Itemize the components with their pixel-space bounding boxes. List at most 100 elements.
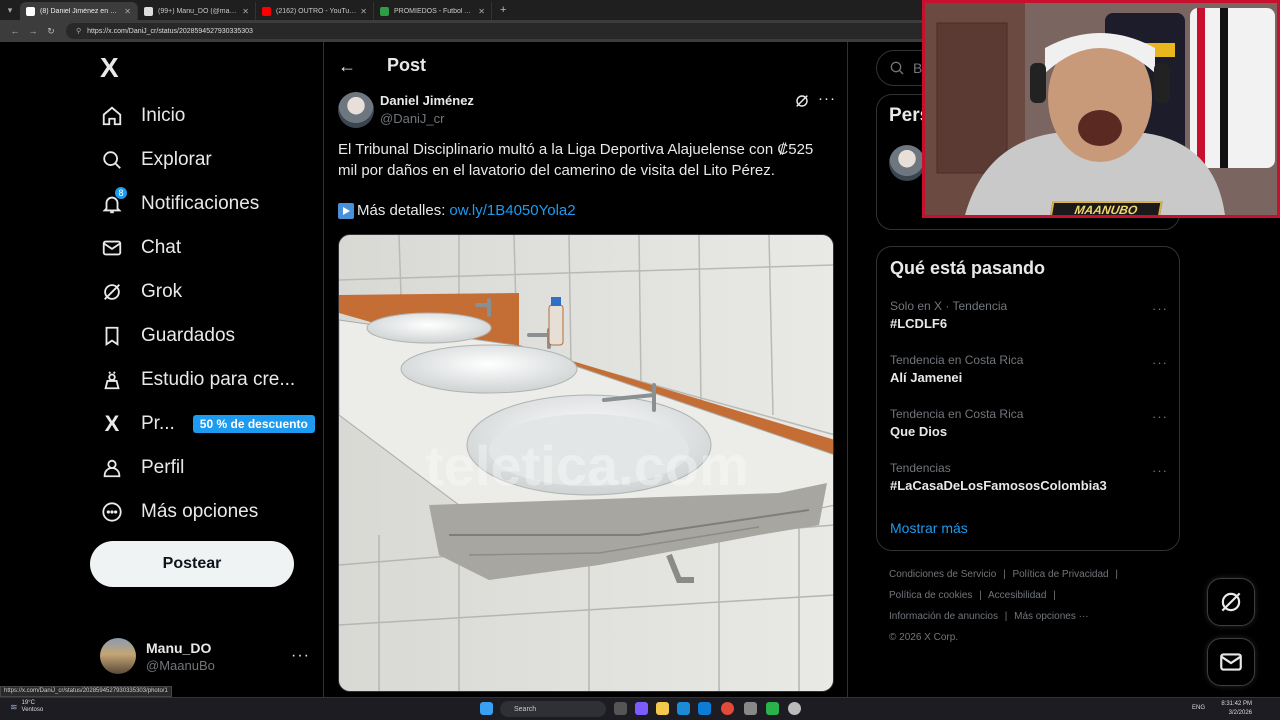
mail-icon — [1220, 653, 1242, 671]
footer-link-more[interactable]: Más opciones ··· — [1014, 611, 1088, 622]
mail-icon — [100, 236, 124, 260]
author-avatar[interactable] — [338, 92, 374, 128]
site-info-icon[interactable]: ⚲ — [76, 27, 81, 35]
post-more-icon[interactable]: ··· — [818, 90, 836, 107]
reload-icon[interactable]: ↻ — [42, 26, 60, 37]
footer-link-ads-info[interactable]: Información de anuncios — [889, 611, 998, 622]
home-icon — [100, 104, 124, 128]
post-image[interactable]: teletica.com — [338, 234, 834, 692]
trend-more-icon[interactable]: ··· — [1152, 355, 1168, 370]
account-switcher[interactable]: Manu_DO @MaanuBo ··· — [100, 636, 310, 676]
obs-icon[interactable] — [788, 702, 801, 715]
settings-icon[interactable] — [744, 702, 757, 715]
post-column: ← Post Daniel Jiménez @DaniJ_cr ··· El T… — [324, 42, 848, 697]
streamer-name-tag: MAANUBO — [1049, 201, 1163, 215]
sidebar-item-notificaciones[interactable]: 8 Notificaciones — [100, 184, 259, 224]
search-icon — [100, 148, 124, 172]
trend-more-icon[interactable]: ··· — [1152, 301, 1168, 316]
grok-explain-icon[interactable] — [794, 93, 810, 114]
messages-fab-button[interactable] — [1207, 638, 1255, 686]
footer-link-privacy[interactable]: Política de Privacidad — [1012, 569, 1108, 580]
trends-panel: Qué está pasando Solo en X · Tendencia #… — [876, 246, 1180, 551]
trend-item[interactable]: Solo en X · Tendencia #LCDLF6 ··· — [890, 299, 1168, 331]
trend-more-icon[interactable]: ··· — [1152, 409, 1168, 424]
taskbar: ≋ 19°C Ventoso Search ENG 8:31:42 PM 3/2… — [0, 697, 1280, 720]
forward-arrow-icon[interactable]: → — [24, 26, 42, 36]
bell-icon: 8 — [100, 186, 128, 216]
search-icon — [890, 61, 904, 75]
trend-item[interactable]: Tendencias #LaCasaDeLosFamososColombia3 … — [890, 461, 1168, 493]
sidebar-item-grok[interactable]: Grok — [100, 272, 182, 312]
footer-link-accessibility[interactable]: Accesibilidad — [988, 590, 1046, 601]
trend-more-icon[interactable]: ··· — [1152, 463, 1168, 478]
post-link[interactable]: ow.ly/1B4050Yola2 — [449, 202, 575, 219]
image-watermark: teletica.com — [425, 434, 749, 497]
weather-widget[interactable]: ≋ 19°C Ventoso — [10, 700, 43, 714]
sidebar-item-chat[interactable]: Chat — [100, 228, 181, 268]
grok-fab-button[interactable] — [1207, 578, 1255, 626]
bookmark-icon — [100, 324, 124, 348]
trend-item[interactable]: Tendencia en Costa Rica Alí Jamenei ··· — [890, 353, 1168, 385]
post-button[interactable]: Postear — [90, 541, 294, 587]
browser-tab-2[interactable]: (2162) OUTRO - YouTube ✕ — [256, 2, 374, 20]
footer-link-terms[interactable]: Condiciones de Servicio — [889, 569, 996, 580]
x-favicon-icon — [26, 6, 35, 16]
promiedos-favicon-icon — [380, 6, 389, 16]
close-tab-icon[interactable]: ✕ — [478, 7, 485, 16]
account-name: Manu_DO — [146, 639, 212, 656]
webcam-feed — [925, 3, 1277, 215]
back-arrow-icon[interactable]: ← — [6, 26, 24, 36]
close-tab-icon[interactable]: ✕ — [360, 7, 367, 16]
sidebar-item-inicio[interactable]: Inicio — [100, 96, 185, 136]
sidebar-item-guardados[interactable]: Guardados — [100, 316, 235, 356]
account-more-icon[interactable]: ··· — [291, 647, 310, 665]
copilot-icon[interactable] — [635, 702, 648, 715]
link-status-tooltip: https://x.com/DaniJ_cr/status/2028594527… — [0, 686, 172, 697]
sidebar-item-estudio[interactable]: Estudio para cre... — [100, 360, 295, 400]
footer-copyright: © 2026 X Corp. — [889, 632, 959, 643]
chrome-icon[interactable] — [721, 702, 734, 715]
trend-item[interactable]: Tendencia en Costa Rica Que Dios ··· — [890, 407, 1168, 439]
suggested-user-avatar[interactable] — [889, 145, 925, 181]
language-indicator[interactable]: ENG — [1192, 705, 1205, 711]
sink-photo: teletica.com — [339, 235, 833, 691]
new-tab-button[interactable]: + — [500, 4, 506, 16]
page-title: Post — [387, 55, 427, 75]
close-tab-icon[interactable]: ✕ — [124, 7, 131, 16]
sidebar-item-premium[interactable]: X Pr... 50 % de descuento — [100, 404, 315, 444]
avatar — [100, 638, 136, 674]
author-name[interactable]: Daniel Jiménez — [380, 93, 474, 108]
edge-icon[interactable] — [677, 702, 690, 715]
more-icon — [100, 500, 124, 524]
browser-tab-0[interactable]: (8) Daniel Jiménez en X: "El Trib ✕ — [20, 2, 138, 20]
show-more-link[interactable]: Mostrar más — [890, 520, 968, 536]
nvidia-icon[interactable] — [766, 702, 779, 715]
sidebar-item-perfil[interactable]: Perfil — [100, 448, 184, 488]
tab-list-chevron-icon[interactable]: ▾ — [0, 0, 20, 20]
link-prefix: Más detalles: — [357, 202, 446, 219]
author-handle[interactable]: @DaniJ_cr — [380, 111, 445, 126]
url-text: https://x.com/DaniJ_cr/status/2028594527… — [87, 27, 253, 35]
sidebar-item-explorar[interactable]: Explorar — [100, 140, 212, 180]
weather-wind-icon: ≋ — [10, 701, 18, 712]
x-logo-icon[interactable]: X — [100, 54, 126, 82]
sidebar-item-mas-opciones[interactable]: Más opciones — [100, 492, 258, 532]
browser-tab-3[interactable]: PROMIEDOS - Futbol Argentino ✕ — [374, 2, 492, 20]
close-tab-icon[interactable]: ✕ — [242, 7, 249, 16]
youtube-favicon-icon — [262, 6, 271, 16]
premium-discount-badge[interactable]: 50 % de descuento — [192, 415, 315, 433]
url-field[interactable]: ⚲ https://x.com/DaniJ_cr/status/20285945… — [66, 23, 946, 39]
task-view-icon[interactable] — [614, 702, 627, 715]
footer-link-cookies[interactable]: Política de cookies — [889, 590, 972, 601]
back-arrow-icon[interactable]: ← — [338, 56, 356, 77]
file-explorer-icon[interactable] — [656, 702, 669, 715]
grok-icon — [1221, 592, 1241, 612]
play-button-emoji-icon — [338, 202, 354, 219]
browser-tab-1[interactable]: (99+) Manu_DO (@manu_do) ✕ — [138, 2, 256, 20]
studio-icon — [100, 368, 124, 392]
windows-start-icon[interactable] — [480, 702, 493, 715]
store-icon[interactable] — [698, 702, 711, 715]
taskbar-search[interactable]: Search — [500, 701, 606, 717]
clock[interactable]: 8:31:42 PM 3/2/2026 — [1221, 700, 1252, 718]
account-handle: @MaanuBo — [146, 657, 215, 673]
